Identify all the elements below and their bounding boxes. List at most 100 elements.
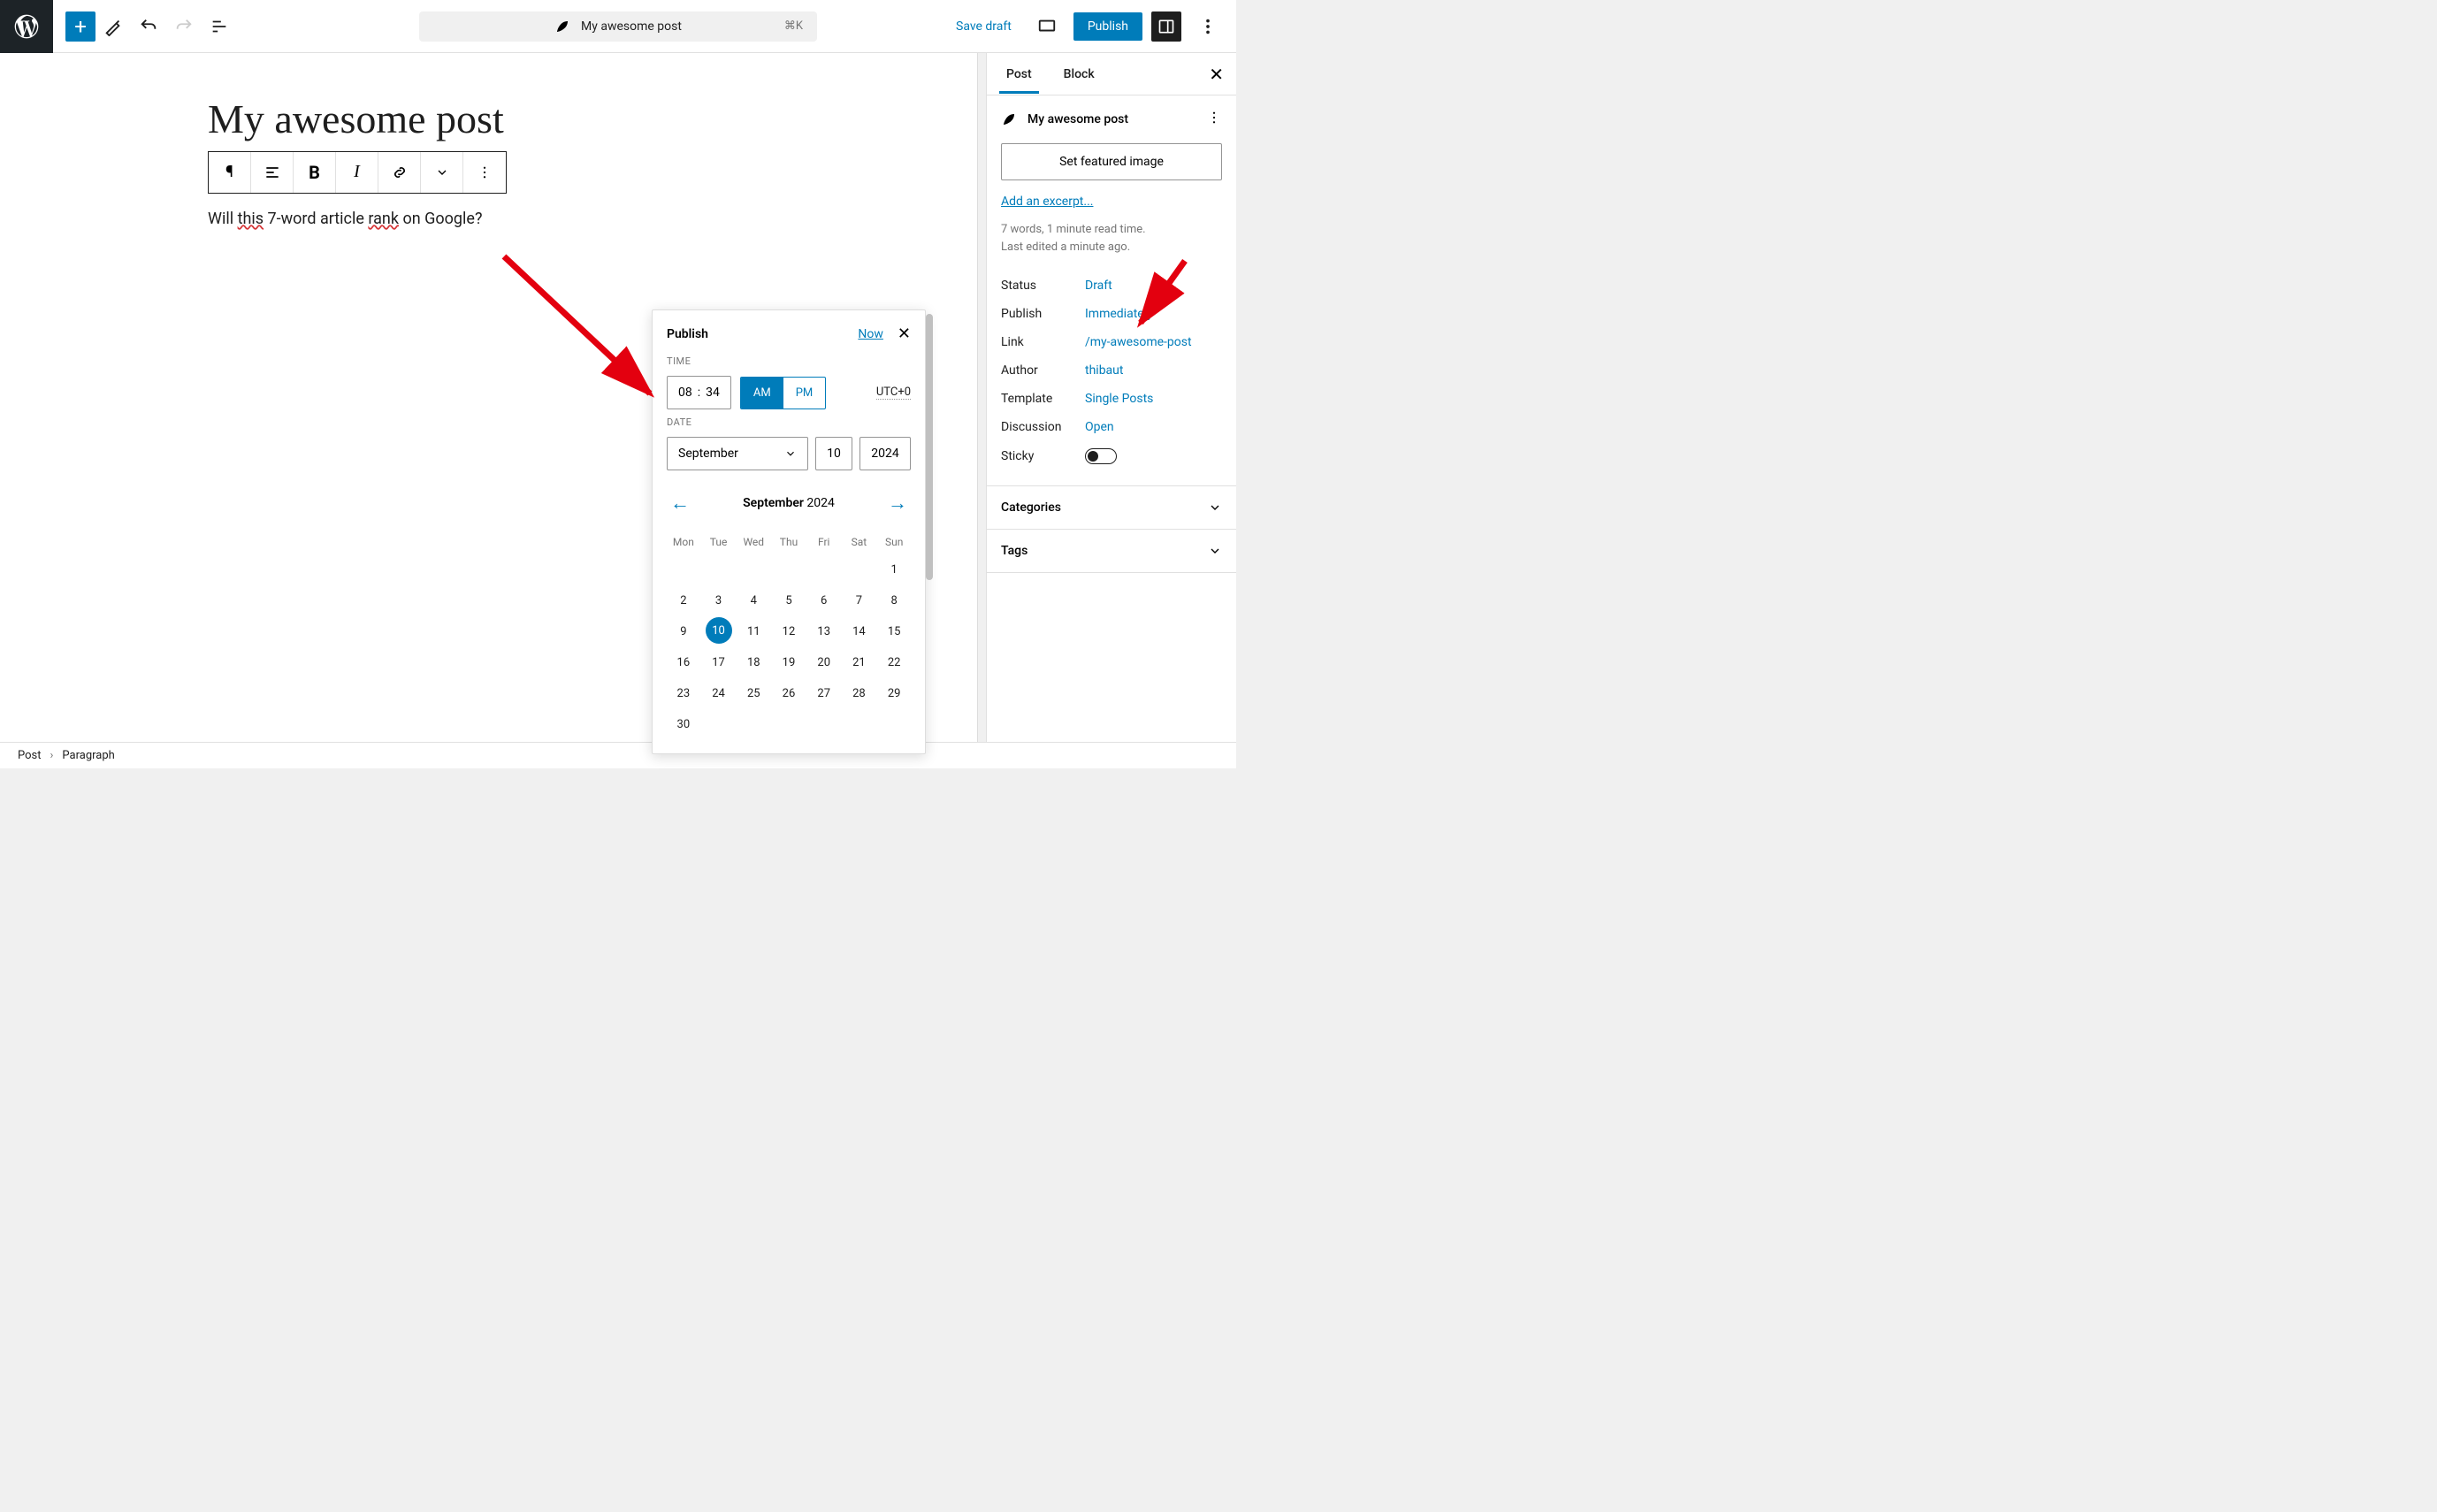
breadcrumb-post[interactable]: Post <box>18 749 42 762</box>
pm-button[interactable]: PM <box>783 378 826 409</box>
redo-icon[interactable] <box>166 9 202 44</box>
calendar-day[interactable]: 17 <box>702 648 736 677</box>
tools-icon[interactable] <box>95 9 131 44</box>
calendar-day[interactable]: 1 <box>877 555 911 584</box>
shortcut-hint: ⌘K <box>784 19 803 33</box>
meta-row-status: StatusDraft <box>1001 271 1222 300</box>
meta-value[interactable]: thibaut <box>1085 363 1123 378</box>
calendar-day[interactable]: 15 <box>877 617 911 646</box>
meta-row-discussion: DiscussionOpen <box>1001 413 1222 441</box>
tab-block[interactable]: Block <box>1057 55 1102 94</box>
bold-icon[interactable]: B <box>294 152 336 193</box>
calendar-day[interactable]: 24 <box>702 679 736 708</box>
next-month-icon[interactable]: → <box>884 488 911 518</box>
popover-scrollbar[interactable] <box>926 314 933 580</box>
timezone-label[interactable]: UTC+0 <box>876 386 911 400</box>
am-button[interactable]: AM <box>741 378 783 409</box>
calendar-day[interactable]: 16 <box>667 648 700 677</box>
prev-month-icon[interactable]: ← <box>667 488 693 518</box>
save-draft-button[interactable]: Save draft <box>947 12 1020 41</box>
calendar-day[interactable]: 14 <box>843 617 876 646</box>
date-label: DATE <box>667 416 911 428</box>
calendar-day[interactable]: 5 <box>772 586 806 615</box>
calendar-day[interactable]: 27 <box>807 679 841 708</box>
categories-panel[interactable]: Categories <box>987 486 1236 530</box>
calendar-day[interactable]: 20 <box>807 648 841 677</box>
tab-post[interactable]: Post <box>999 55 1039 94</box>
meta-row-template: TemplateSingle Posts <box>1001 385 1222 413</box>
time-label: TIME <box>667 355 911 367</box>
block-toolbar: ¶ B I <box>208 151 507 194</box>
outline-icon[interactable] <box>202 9 237 44</box>
tags-panel[interactable]: Tags <box>987 530 1236 573</box>
block-breadcrumb: Post › Paragraph <box>0 742 1236 768</box>
preview-icon[interactable] <box>1029 9 1065 44</box>
post-paragraph[interactable]: Will this 7-word article rank on Google? <box>208 210 769 228</box>
meta-value[interactable]: Draft <box>1085 279 1112 293</box>
calendar-day[interactable]: 29 <box>877 679 911 708</box>
add-block-button[interactable]: + <box>65 11 95 42</box>
calendar-day[interactable]: 4 <box>737 586 770 615</box>
calendar-day[interactable]: 10 <box>706 617 732 644</box>
calendar-day-header: Tue <box>702 531 736 554</box>
month-select[interactable]: September <box>667 437 808 470</box>
meta-value[interactable]: Single Posts <box>1085 392 1153 406</box>
calendar-day[interactable]: 7 <box>843 586 876 615</box>
calendar-day[interactable]: 21 <box>843 648 876 677</box>
now-link[interactable]: Now <box>858 327 883 341</box>
calendar-day[interactable]: 3 <box>702 586 736 615</box>
calendar-day-header: Sat <box>843 531 876 554</box>
meta-value[interactable]: /my-awesome-post <box>1085 335 1192 349</box>
meta-value[interactable]: Open <box>1085 420 1114 434</box>
day-input[interactable]: 10 <box>815 437 852 470</box>
calendar-day[interactable]: 28 <box>843 679 876 708</box>
calendar-day[interactable]: 23 <box>667 679 700 708</box>
feather-icon <box>554 19 570 34</box>
calendar-day[interactable]: 30 <box>667 710 700 739</box>
editor-scrollbar[interactable] <box>977 53 978 562</box>
set-featured-image-button[interactable]: Set featured image <box>1001 143 1222 180</box>
calendar-day[interactable]: 11 <box>737 617 770 646</box>
meta-label: Discussion <box>1001 420 1085 434</box>
more-options-icon[interactable] <box>1190 9 1226 44</box>
calendar-day-header: Mon <box>667 531 700 554</box>
meta-row-author: Authorthibaut <box>1001 356 1222 385</box>
add-excerpt-link[interactable]: Add an excerpt... <box>1001 195 1222 209</box>
sidebar-toggle-button[interactable] <box>1151 11 1181 42</box>
link-icon[interactable] <box>378 152 421 193</box>
align-icon[interactable] <box>251 152 294 193</box>
calendar-day[interactable]: 8 <box>877 586 911 615</box>
publish-button[interactable]: Publish <box>1073 12 1142 41</box>
paragraph-icon[interactable]: ¶ <box>209 152 251 193</box>
calendar-day[interactable]: 9 <box>667 617 700 646</box>
breadcrumb-paragraph[interactable]: Paragraph <box>62 749 114 762</box>
post-title[interactable]: My awesome post <box>208 97 769 142</box>
calendar-day[interactable]: 2 <box>667 586 700 615</box>
calendar-month-year: September 2024 <box>743 496 835 510</box>
calendar-day[interactable]: 13 <box>807 617 841 646</box>
meta-label: Status <box>1001 279 1085 293</box>
calendar-day[interactable]: 25 <box>737 679 770 708</box>
year-input[interactable]: 2024 <box>859 437 911 470</box>
sticky-toggle[interactable] <box>1085 448 1117 464</box>
calendar-day[interactable]: 22 <box>877 648 911 677</box>
meta-value[interactable]: Immediately <box>1085 307 1153 321</box>
calendar-day-header: Thu <box>772 531 806 554</box>
document-title-bar[interactable]: My awesome post ⌘K <box>419 11 817 42</box>
calendar-day[interactable]: 12 <box>772 617 806 646</box>
calendar-day[interactable]: 6 <box>807 586 841 615</box>
document-title: My awesome post <box>581 19 682 34</box>
italic-icon[interactable]: I <box>336 152 378 193</box>
time-input[interactable]: 08 : 34 <box>667 376 731 409</box>
calendar-day[interactable]: 18 <box>737 648 770 677</box>
close-sidebar-icon[interactable]: ✕ <box>1209 64 1224 85</box>
calendar-day[interactable]: 19 <box>772 648 806 677</box>
wordpress-logo[interactable] <box>0 0 53 53</box>
undo-icon[interactable] <box>131 9 166 44</box>
chevron-down-icon[interactable] <box>421 152 463 193</box>
close-popover-icon[interactable]: ✕ <box>898 325 911 343</box>
calendar-day[interactable]: 26 <box>772 679 806 708</box>
post-actions-icon[interactable] <box>1206 110 1222 129</box>
more-formatting-icon[interactable] <box>463 152 506 193</box>
publish-datetime-popover: Publish Now ✕ TIME 08 : 34 AM PM UTC+0 D… <box>652 309 926 754</box>
